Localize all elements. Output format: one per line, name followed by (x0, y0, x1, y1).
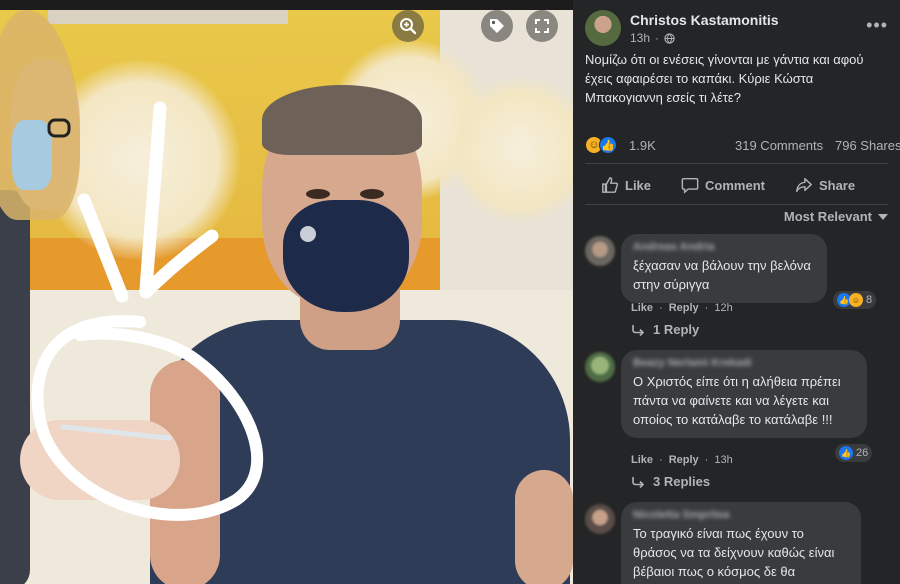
divider (585, 163, 888, 164)
fullscreen-button[interactable] (526, 10, 558, 42)
comment-time[interactable]: 12h (714, 302, 732, 314)
globe-icon (664, 32, 675, 44)
post-meta: 13h · (630, 31, 675, 45)
expand-icon (535, 19, 549, 33)
comment-time[interactable]: 13h (714, 454, 732, 466)
annotation-overlay (31, 101, 264, 521)
post-panel: Christos Kastamonitis 13h · ••• Νομίζω ό… (573, 0, 900, 584)
comment-sort-dropdown[interactable]: Most Relevant (784, 209, 888, 224)
divider (585, 204, 888, 205)
commenter-name[interactable]: Andreas Andria (633, 241, 815, 253)
commenter-avatar[interactable] (585, 504, 615, 534)
annotation-circle (31, 315, 264, 521)
reply-arrow-icon (632, 324, 645, 336)
post-header: Christos Kastamonitis 13h · ••• (585, 10, 900, 50)
comment-reply-link[interactable]: Reply (669, 454, 699, 466)
zoom-in-button[interactable] (392, 10, 424, 42)
post-photo[interactable] (0, 0, 573, 584)
commenter-name[interactable]: Beazy Nerlami Krekadi (633, 357, 855, 369)
reaction-icons[interactable]: ☺ 👍 (585, 136, 617, 154)
like-reaction-icon: 👍 (599, 136, 617, 154)
share-label: Share (818, 177, 856, 193)
post-text: Νομίζω ότι οι ενέσεις γίνονται με γάντια… (585, 52, 864, 105)
post-time[interactable]: 13h (630, 31, 650, 45)
comment-reaction-count: 8 (866, 294, 873, 306)
comment-bubble: Andreas Andria ξέχασαν να βάλουν την βελ… (621, 234, 827, 303)
comment-reaction-count: 26 (856, 447, 869, 459)
reaction-count[interactable]: 1.9K (629, 138, 656, 153)
comment-reply-link[interactable]: Reply (669, 302, 699, 314)
more-horizontal-icon[interactable]: ••• (866, 16, 888, 34)
annotation-arrow-left-wing (77, 193, 129, 303)
chevron-down-icon (878, 213, 888, 220)
comment-text: Ο Χριστός είπε ότι η αλήθεια πρέπει πάντ… (633, 374, 841, 427)
share-button[interactable]: Share (779, 172, 869, 198)
replies-count: 3 Replies (653, 474, 711, 489)
view-replies-link[interactable]: 3 Replies (631, 474, 710, 489)
post-actions: Like Comment Share (585, 172, 890, 198)
like-label: Like (625, 177, 652, 193)
sort-label: Most Relevant (783, 209, 872, 224)
thumbs-up-icon (602, 177, 619, 193)
comment-actions: Like · Reply · 12h (631, 302, 733, 314)
haha-reaction-icon: ☺ (849, 293, 863, 307)
like-reaction-icon: 👍 (839, 446, 853, 460)
comment-like-link[interactable]: Like (631, 302, 653, 314)
comments-count[interactable]: 319 Comments (735, 138, 823, 153)
comment-bubble: Nicoletta Smpritea Το τραγικό είναι πως … (621, 502, 861, 584)
comment-bubble: Beazy Nerlami Krekadi Ο Χριστός είπε ότι… (621, 350, 867, 438)
author-avatar[interactable] (585, 10, 621, 46)
comment-actions: Like · Reply · 13h (631, 454, 733, 466)
replies-count: 1 Reply (653, 322, 700, 337)
zoom-in-icon (400, 18, 417, 35)
commenter-avatar[interactable] (585, 236, 615, 266)
shares-count[interactable]: 796 Shares (835, 138, 900, 153)
comment-item: Beazy Nerlami Krekadi Ο Χριστός είπε ότι… (585, 350, 890, 500)
comment-reactions[interactable]: 👍 26 (835, 444, 873, 462)
author-name[interactable]: Christos Kastamonitis (630, 12, 779, 28)
reactions-summary: ☺ 👍 1.9K 319 Comments 796 Shares (585, 134, 900, 156)
like-button[interactable]: Like (585, 172, 665, 198)
commenter-name[interactable]: Nicoletta Smpritea (633, 509, 849, 521)
comment-text: Το τραγικό είναι πως έχουν το θράσος να … (633, 526, 835, 579)
comment-item: Andreas Andria ξέχασαν να βάλουν την βελ… (585, 234, 890, 344)
tag-button[interactable] (481, 10, 513, 42)
comment-item: Nicoletta Smpritea Το τραγικό είναι πως … (585, 502, 890, 584)
comment-text: ξέχασαν να βάλουν την βελόνα στην σύριγγ… (633, 258, 811, 292)
comment-button[interactable]: Comment (665, 172, 779, 198)
tag-icon (490, 19, 504, 33)
comment-icon (681, 177, 699, 194)
share-icon (796, 177, 812, 193)
annotation-arrow-shaft (139, 101, 167, 297)
reply-arrow-icon (632, 476, 645, 488)
view-replies-link[interactable]: 1 Reply (631, 322, 699, 337)
comment-label: Comment (705, 177, 765, 193)
comment-reactions[interactable]: 👍 ☺ 8 (833, 291, 877, 309)
commenter-avatar[interactable] (585, 352, 615, 382)
comment-like-link[interactable]: Like (631, 454, 653, 466)
meta-dot: · (655, 31, 660, 45)
